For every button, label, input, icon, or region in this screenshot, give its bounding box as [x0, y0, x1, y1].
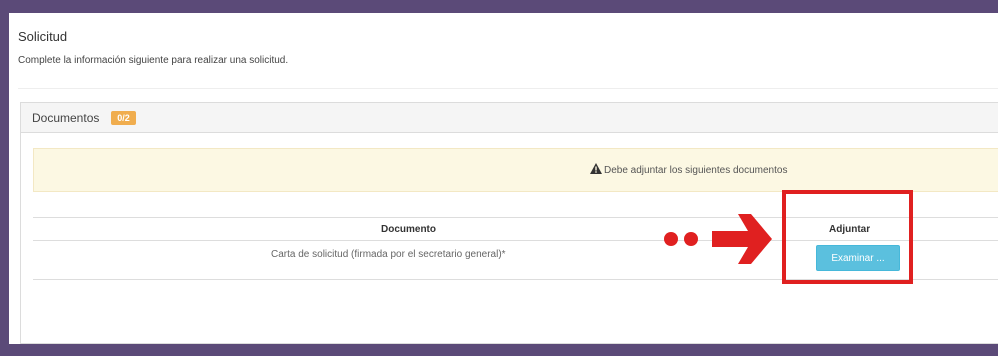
- table-top-border: [33, 217, 998, 218]
- column-header-adjuntar: Adjuntar: [829, 224, 871, 235]
- page-subtitle: Complete la información siguiente para r…: [18, 55, 289, 66]
- warning-icon: [590, 163, 602, 174]
- arrow-dot-1: [664, 232, 678, 246]
- examinar-button[interactable]: Examinar ...: [816, 245, 900, 271]
- arrow-head: [712, 214, 772, 264]
- documents-panel: Documentos 0/2 Debe adjuntar los siguien…: [20, 102, 998, 344]
- arrow-dot-2: [684, 232, 698, 246]
- warning-text: Debe adjuntar los siguientes documentos: [604, 165, 788, 176]
- red-dotted-arrow-icon: [664, 214, 772, 264]
- divider: [18, 88, 998, 89]
- document-name-cell: Carta de solicitud (firmada por el secre…: [271, 249, 506, 260]
- table-bottom-border: [33, 279, 998, 280]
- column-header-documento: Documento: [381, 224, 436, 235]
- documents-warning-alert: Debe adjuntar los siguientes documentos: [33, 148, 998, 192]
- documents-count-badge: 0/2: [111, 111, 136, 125]
- documents-panel-heading: Documentos 0/2: [21, 103, 998, 133]
- page-title: Solicitud: [18, 29, 68, 44]
- table-header-border: [33, 240, 998, 241]
- solicitud-page: Solicitud Complete la información siguie…: [9, 13, 998, 344]
- documents-panel-title: Documentos: [32, 111, 100, 125]
